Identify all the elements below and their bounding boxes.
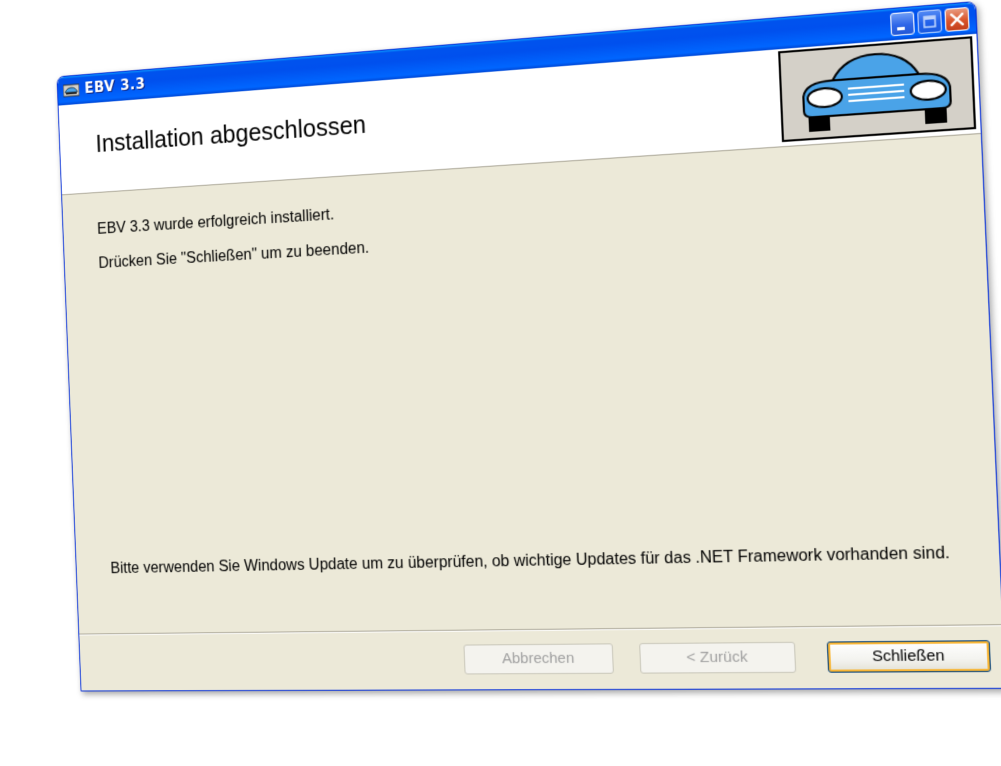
- close-icon: [946, 8, 969, 31]
- cancel-button[interactable]: Abbrechen: [463, 643, 614, 675]
- button-separator: [79, 624, 1001, 636]
- page-title: Installation abgeschlossen: [95, 111, 367, 158]
- press-close-message: Drücken Sie "Schließen" um zu beenden.: [98, 239, 370, 272]
- screen: EBV 3.3 Installation abgeschlossen EBV 3…: [0, 0, 1001, 766]
- content-area: EBV 3.3 wurde erfolgreich installiert. D…: [62, 134, 1000, 593]
- close-button[interactable]: [944, 6, 970, 32]
- car-app-icon: [63, 82, 80, 98]
- car-logo-icon: [778, 36, 977, 143]
- minimize-button[interactable]: [890, 11, 915, 37]
- windows-update-message: Bitte verwenden Sie Windows Update um zu…: [110, 544, 951, 578]
- minimize-icon: [897, 26, 905, 31]
- installer-window: EBV 3.3 Installation abgeschlossen EBV 3…: [56, 0, 1001, 692]
- installed-message: EBV 3.3 wurde erfolgreich installiert.: [96, 206, 335, 238]
- back-button[interactable]: < Zurück: [639, 641, 797, 674]
- maximize-button[interactable]: [917, 9, 943, 35]
- close-finish-button[interactable]: Schließen: [826, 640, 992, 673]
- maximize-icon: [918, 10, 941, 33]
- window-title: EBV 3.3: [84, 74, 146, 97]
